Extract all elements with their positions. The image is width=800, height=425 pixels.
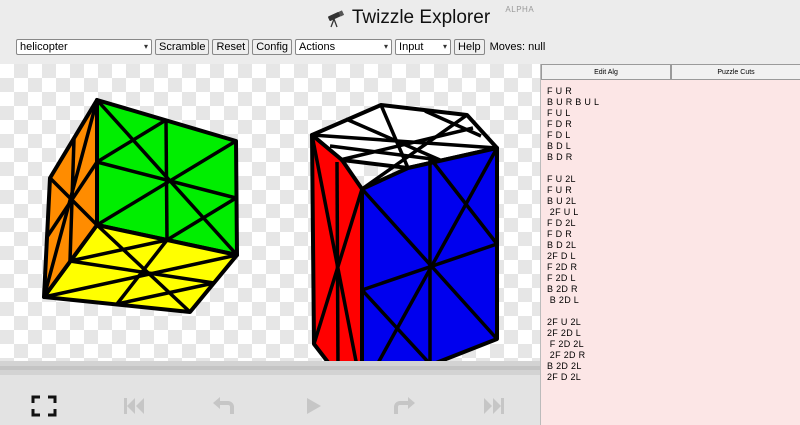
alg-line[interactable]: B 2D 2L (547, 361, 797, 372)
alg-line[interactable]: 2F U 2L (547, 317, 797, 328)
telescope-icon (327, 10, 344, 28)
side-tabs: Edit Alg Puzzle Cuts (541, 64, 800, 80)
puzzle-canvas[interactable] (0, 64, 540, 394)
alg-editor[interactable]: F U RB U R B U LF U LF D RF D LB D LB D … (547, 86, 797, 383)
toolbar: helicopter ▾ Scramble Reset Config Actio… (16, 38, 545, 56)
alg-line[interactable]: F 2D 2L (547, 339, 797, 350)
actions-select[interactable]: Actions ▾ (295, 39, 393, 55)
helicopter-cube-back[interactable] (42, 98, 239, 314)
moves-counter: Moves: null (489, 41, 546, 53)
input-select-value: Input (399, 41, 424, 53)
chevron-down-icon: ▾ (143, 42, 148, 51)
chevron-down-icon: ▾ (384, 42, 389, 51)
helicopter-cube-front[interactable] (310, 103, 499, 394)
alg-line[interactable] (547, 306, 797, 317)
alg-line[interactable]: B D R (547, 152, 797, 163)
alg-line[interactable]: 2F D L (547, 251, 797, 262)
config-button[interactable]: Config (252, 39, 293, 55)
play-icon[interactable] (301, 395, 327, 417)
alg-line[interactable]: F 2D L (547, 273, 797, 284)
fullscreen-icon[interactable] (31, 395, 57, 417)
puzzle-select-value: helicopter (20, 41, 68, 53)
side-panel: Edit Alg Puzzle Cuts F U RB U R B U LF U… (540, 64, 800, 425)
alg-line[interactable]: 2F 2D L (547, 328, 797, 339)
actions-select-value: Actions (299, 41, 336, 53)
puzzle-select[interactable]: helicopter ▾ (16, 39, 152, 55)
redo-step-icon[interactable] (391, 395, 417, 417)
puzzle-viewer[interactable] (0, 64, 540, 394)
undo-step-icon[interactable] (211, 395, 237, 417)
skip-to-end-icon[interactable] (481, 395, 507, 417)
timeline-scrubber[interactable] (0, 361, 540, 375)
alg-line[interactable]: B D 2L (547, 240, 797, 251)
chevron-down-icon: ▾ (443, 42, 448, 51)
alg-line[interactable]: F D 2L (547, 218, 797, 229)
scramble-button[interactable]: Scramble (155, 39, 210, 55)
alg-line[interactable]: F D R (547, 119, 797, 130)
alg-line[interactable] (547, 163, 797, 174)
alg-line[interactable]: 2F U L (547, 207, 797, 218)
alpha-badge: ALPHA (505, 5, 535, 14)
app-title: Twizzle Explorer ALPHA (326, 5, 534, 29)
alg-line[interactable]: F D R (547, 229, 797, 240)
alg-line[interactable]: F 2D R (547, 262, 797, 273)
playback-controls (0, 375, 540, 425)
alg-line[interactable]: 2F 2D R (547, 350, 797, 361)
alg-line[interactable]: F U L (547, 108, 797, 119)
reset-button[interactable]: Reset (212, 39, 250, 55)
alg-line[interactable]: B D L (547, 141, 797, 152)
alg-line[interactable]: B U 2L (547, 196, 797, 207)
skip-to-start-icon[interactable] (121, 395, 147, 417)
alg-line[interactable]: F D L (547, 130, 797, 141)
alg-line[interactable]: F U R (547, 86, 797, 97)
alg-line[interactable]: F U 2L (547, 174, 797, 185)
alg-line[interactable]: B 2D L (547, 295, 797, 306)
page-title: Twizzle Explorer (351, 7, 491, 28)
tab-puzzle-cuts[interactable]: Puzzle Cuts (671, 64, 800, 80)
title-bar: Twizzle Explorer ALPHA (0, 0, 800, 36)
tab-edit-alg[interactable]: Edit Alg (541, 64, 671, 80)
alg-line[interactable]: 2F D 2L (547, 372, 797, 383)
input-select[interactable]: Input ▾ (395, 39, 452, 55)
alg-line[interactable]: F U R (547, 185, 797, 196)
alg-line[interactable]: B 2D R (547, 284, 797, 295)
help-button[interactable]: Help (454, 39, 485, 55)
timeline-track[interactable] (0, 366, 540, 370)
alg-line[interactable]: B U R B U L (547, 97, 797, 108)
